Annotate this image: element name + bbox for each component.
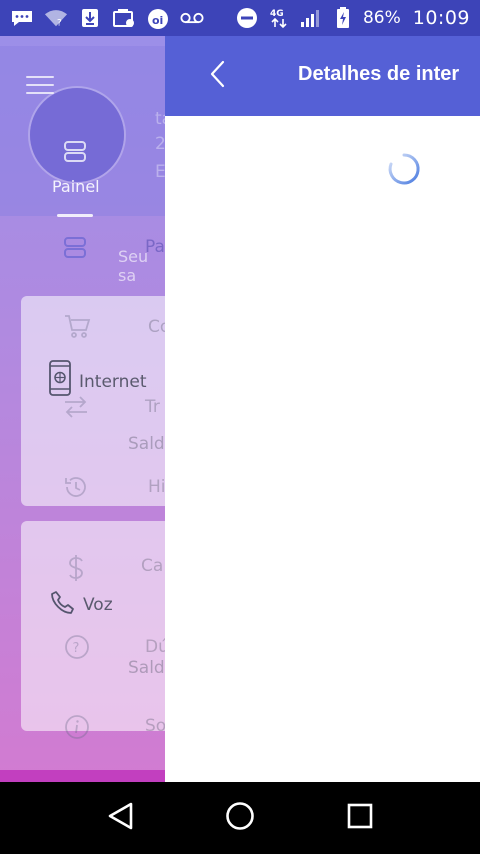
nav-recents-button[interactable]: [340, 798, 380, 838]
back-triangle-icon: [106, 801, 134, 835]
ghost-text: Hi: [148, 477, 165, 497]
tab-indicator: [57, 214, 93, 217]
do-not-disturb-icon: [235, 8, 259, 28]
ghost-text: Dú: [145, 637, 165, 657]
loading-spinner-icon: [387, 152, 421, 186]
recents-square-icon: [347, 803, 373, 833]
nav-home-button[interactable]: [220, 798, 260, 838]
svg-text:4G: 4G: [270, 9, 284, 19]
battery-charging-icon: [331, 7, 355, 28]
clock: 10:09: [412, 7, 470, 29]
cart-icon: [63, 312, 91, 344]
ghost-text: Ca: [141, 556, 164, 576]
dollar-icon: [66, 554, 86, 586]
internet-card-label: Internet: [79, 372, 147, 392]
info-icon: [64, 714, 90, 744]
transfer-arrows-icon: [63, 396, 89, 422]
battery-percentage: 86%: [362, 8, 401, 28]
voz-card-label: Voz: [83, 595, 113, 615]
panel-header: Detalhes de inter: [165, 36, 480, 116]
status-icons-left: ? oi: [10, 8, 204, 29]
painel-tab-icon: [64, 140, 86, 168]
svg-text:?: ?: [57, 17, 62, 28]
help-question-icon: ?: [64, 634, 90, 664]
voz-card[interactable]: [21, 521, 165, 731]
navigation-bar: [0, 782, 480, 854]
ghost-text: Saldo: [128, 434, 165, 454]
bottom-strip: [0, 770, 165, 782]
wifi-question-icon: ?: [44, 8, 68, 28]
phone-handset-icon: [50, 590, 76, 620]
chat-bubble-icon: [10, 8, 34, 28]
ghost-text: Seu sa: [118, 247, 149, 285]
ghost-text: So: [145, 716, 165, 736]
internet-card[interactable]: [21, 296, 165, 506]
ghost-text: 2: [155, 134, 165, 154]
store-icon: [112, 8, 136, 28]
hamburger-menu-icon[interactable]: [26, 76, 54, 96]
details-panel: Detalhes de inter: [165, 36, 480, 782]
back-button[interactable]: [205, 60, 229, 92]
status-bar: ? oi 4G 86% 10:09: [0, 0, 480, 36]
ghost-text: E: [155, 162, 165, 182]
ghost-text: Co: [148, 317, 165, 337]
page-title: Detalhes de inter: [298, 63, 460, 85]
svg-text:?: ?: [73, 641, 80, 656]
phone-globe-icon: [49, 360, 71, 400]
voicemail-icon: [180, 8, 204, 28]
tab-painel[interactable]: Painel: [52, 177, 100, 196]
ghost-text: ta: [155, 109, 165, 129]
signal-icon: [299, 8, 323, 28]
download-icon: [78, 8, 102, 28]
ghost-text: Tr: [145, 397, 160, 417]
history-icon: [63, 474, 89, 504]
menu-stack-icon: [64, 236, 86, 264]
home-circle-icon: [225, 801, 255, 835]
ghost-text: Saldo: [128, 658, 165, 678]
network-4g-icon: 4G: [267, 8, 291, 29]
nav-back-button[interactable]: [100, 798, 140, 838]
status-icons-right: 4G 86% 10:09: [235, 7, 470, 29]
svg-text:oi: oi: [152, 14, 163, 27]
operator-oi-icon: oi: [146, 8, 170, 29]
chevron-left-icon: [209, 60, 225, 92]
background-app: Painel ta 2 E Pa Seu sa Co Internet Tr S…: [0, 36, 165, 782]
